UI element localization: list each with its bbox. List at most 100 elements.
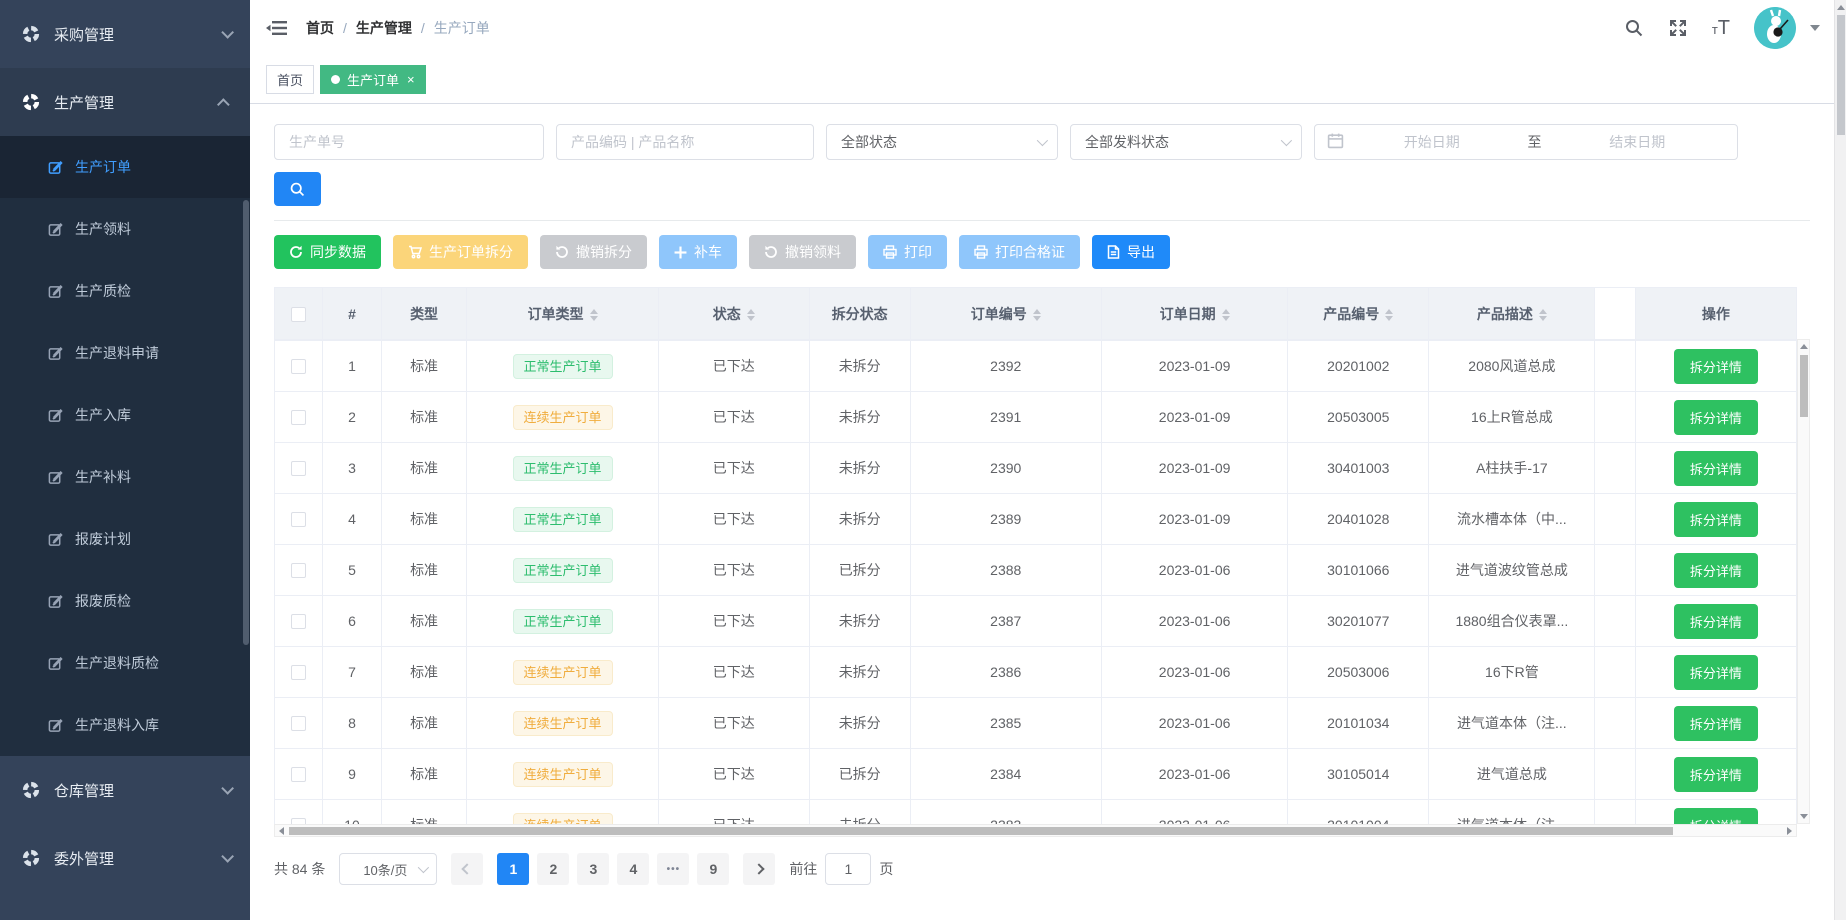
row-checkbox[interactable] <box>291 767 306 782</box>
page-size-select[interactable]: 10条/页 <box>339 853 437 885</box>
page-button[interactable]: 4 <box>617 853 649 885</box>
search-icon[interactable] <box>1624 18 1644 38</box>
sidebar-item-warehouse-mgmt[interactable]: 仓库管理 <box>0 756 250 824</box>
sidebar-subitem[interactable]: 报废计划 <box>0 508 250 570</box>
undo-split-button[interactable]: 撤销拆分 <box>540 235 647 269</box>
font-size-icon[interactable]: тT <box>1712 18 1730 38</box>
print-button[interactable]: 打印 <box>868 235 947 269</box>
date-range-picker[interactable]: 开始日期 至 结束日期 <box>1314 124 1738 160</box>
fullscreen-icon[interactable] <box>1668 18 1688 38</box>
split-detail-button[interactable]: 拆分详情 <box>1674 349 1758 384</box>
scroll-down-icon[interactable] <box>1798 810 1809 823</box>
cell-index: 3 <box>323 443 381 494</box>
col-status[interactable]: 状态 <box>658 288 809 340</box>
window-scrollbar[interactable] <box>1834 0 1846 920</box>
sidebar-subitem[interactable]: 生产入库 <box>0 384 250 446</box>
avatar-dropdown-caret[interactable] <box>1810 25 1820 31</box>
sidebar-item-production-mgmt[interactable]: 生产管理 <box>0 68 250 136</box>
goto-suffix: 页 <box>879 859 893 879</box>
row-checkbox[interactable] <box>291 665 306 680</box>
row-checkbox[interactable] <box>291 359 306 374</box>
sidebar-subitem[interactable]: 生产质检 <box>0 260 250 322</box>
row-checkbox[interactable] <box>291 563 306 578</box>
split-detail-button[interactable]: 拆分详情 <box>1674 553 1758 588</box>
vertical-scroll-thumb[interactable] <box>1800 355 1808 417</box>
sidebar-subitem[interactable]: 报废质检 <box>0 570 250 632</box>
chevron-down-icon <box>418 862 429 873</box>
sync-data-button[interactable]: 同步数据 <box>274 235 381 269</box>
sort-icon[interactable] <box>1033 309 1041 321</box>
tab-production-order[interactable]: 生产订单 × <box>320 65 426 94</box>
cell-status: 已下达 <box>658 494 809 545</box>
split-detail-button[interactable]: 拆分详情 <box>1674 400 1758 435</box>
split-detail-button[interactable]: 拆分详情 <box>1674 502 1758 537</box>
col-product-no[interactable]: 产品编号 <box>1288 288 1429 340</box>
page-button[interactable]: ••• <box>657 853 689 885</box>
prev-page-button[interactable] <box>451 853 483 885</box>
product-code-name-input[interactable] <box>556 124 814 160</box>
sort-icon[interactable] <box>1222 309 1230 321</box>
material-status-select[interactable]: 全部发料状态 <box>1070 124 1302 160</box>
scroll-up-icon[interactable] <box>1798 340 1809 353</box>
sidebar-subitem[interactable]: 生产退料质检 <box>0 632 250 694</box>
sort-icon[interactable] <box>1539 309 1547 321</box>
page-button[interactable]: 3 <box>577 853 609 885</box>
split-detail-button[interactable]: 拆分详情 <box>1674 808 1758 825</box>
sidebar-scrollbar[interactable] <box>243 200 249 645</box>
sort-icon[interactable] <box>590 309 598 321</box>
split-detail-button[interactable]: 拆分详情 <box>1674 706 1758 741</box>
row-checkbox[interactable] <box>291 410 306 425</box>
sidebar-subitem[interactable]: 生产补料 <box>0 446 250 508</box>
split-detail-button[interactable]: 拆分详情 <box>1674 451 1758 486</box>
col-product-desc[interactable]: 产品描述 <box>1429 288 1595 340</box>
close-icon[interactable]: × <box>407 72 415 87</box>
scroll-up-icon[interactable] <box>1835 0 1846 14</box>
sidebar-item-label: 仓库管理 <box>54 780 221 801</box>
cell-product-no: 20401028 <box>1288 494 1429 545</box>
col-order-no[interactable]: 订单编号 <box>910 288 1101 340</box>
row-checkbox[interactable] <box>291 614 306 629</box>
table-horizontal-scrollbar[interactable] <box>274 824 1797 837</box>
export-button[interactable]: 导出 <box>1092 235 1170 269</box>
page-button[interactable]: 9 <box>697 853 729 885</box>
sidebar-subitem[interactable]: 生产退料入库 <box>0 694 250 756</box>
print-certificate-button[interactable]: 打印合格证 <box>959 235 1080 269</box>
split-detail-button[interactable]: 拆分详情 <box>1674 604 1758 639</box>
sidebar-item-purchase-mgmt[interactable]: 采购管理 <box>0 0 250 68</box>
row-checkbox[interactable] <box>291 461 306 476</box>
search-button[interactable] <box>274 172 321 206</box>
col-order-date[interactable]: 订单日期 <box>1101 288 1287 340</box>
production-order-no-input[interactable] <box>274 124 544 160</box>
scroll-right-icon[interactable] <box>1783 824 1796 837</box>
goto-page-input[interactable] <box>825 853 871 885</box>
split-detail-button[interactable]: 拆分详情 <box>1674 655 1758 690</box>
cell-product-no: 20503006 <box>1288 647 1429 698</box>
menu-fold-icon[interactable] <box>266 18 288 38</box>
row-checkbox[interactable] <box>291 512 306 527</box>
page-button[interactable]: 2 <box>537 853 569 885</box>
breadcrumb-production[interactable]: 生产管理 <box>356 18 412 38</box>
page-button[interactable]: 1 <box>497 853 529 885</box>
breadcrumb-home[interactable]: 首页 <box>306 18 334 38</box>
sidebar-subitem[interactable]: 生产领料 <box>0 198 250 260</box>
undo-picking-button[interactable]: 撤销领料 <box>749 235 856 269</box>
sort-icon[interactable] <box>747 309 755 321</box>
add-vehicle-button[interactable]: 补车 <box>659 235 737 269</box>
scroll-left-icon[interactable] <box>275 824 288 837</box>
sidebar-subitem[interactable]: 生产退料申请 <box>0 322 250 384</box>
sidebar-subitem[interactable]: 生产订单 <box>0 136 250 198</box>
row-checkbox[interactable] <box>291 716 306 731</box>
table-vertical-scrollbar[interactable] <box>1797 339 1810 824</box>
window-scroll-thumb[interactable] <box>1837 15 1845 135</box>
col-order-type[interactable]: 订单类型 <box>467 288 658 340</box>
tab-home[interactable]: 首页 <box>266 65 314 94</box>
sidebar-item-outsource-mgmt[interactable]: 委外管理 <box>0 824 250 892</box>
horizontal-scroll-thumb[interactable] <box>289 827 1673 835</box>
order-split-button[interactable]: 生产订单拆分 <box>393 235 528 269</box>
sort-icon[interactable] <box>1385 309 1393 321</box>
avatar[interactable] <box>1754 7 1796 49</box>
next-page-button[interactable] <box>743 853 775 885</box>
split-detail-button[interactable]: 拆分详情 <box>1674 757 1758 792</box>
status-select[interactable]: 全部状态 <box>826 124 1058 160</box>
select-all-checkbox[interactable] <box>291 307 306 322</box>
